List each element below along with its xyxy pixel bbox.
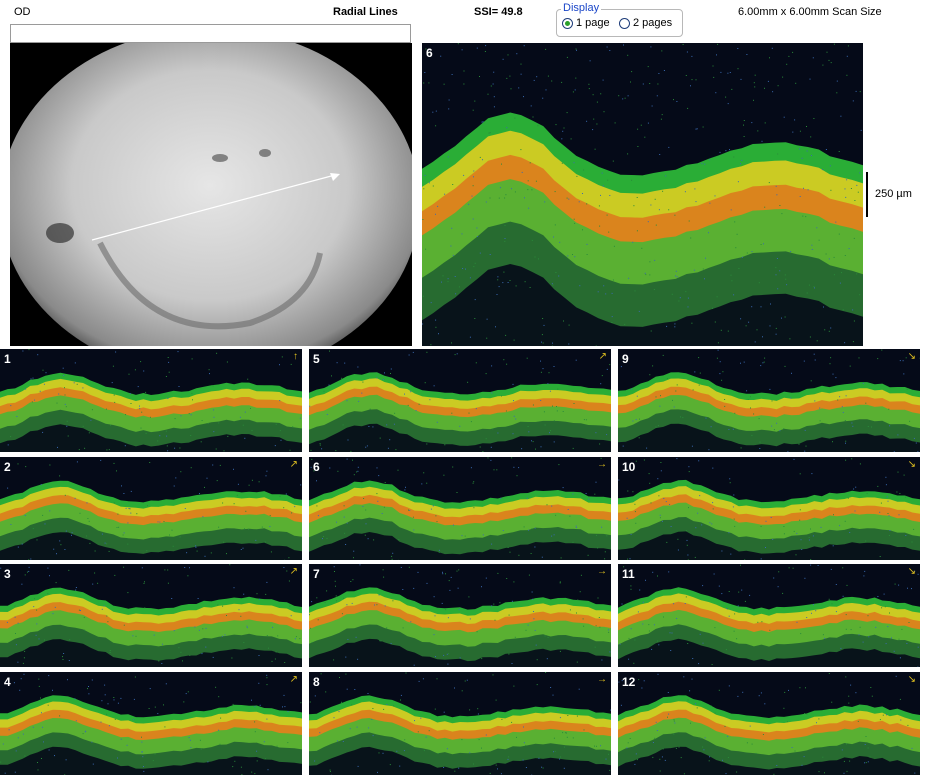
scan-size-label: 6.00mm x 6.00mm Scan Size xyxy=(738,6,882,18)
thumbnail-number: 2 xyxy=(4,460,11,474)
display-option-2-pages[interactable]: 2 pages xyxy=(619,17,672,29)
scale-label: 250 µm xyxy=(875,188,912,200)
main-scan-number: 6 xyxy=(426,46,433,60)
thumbnail-number: 6 xyxy=(313,460,320,474)
display-option-1-page[interactable]: 1 page xyxy=(562,17,610,29)
bscan-thumbnail-6[interactable]: 6 → xyxy=(309,457,611,560)
thumbnail-number: 1 xyxy=(4,352,11,366)
scan-orientation-arrow-icon: ↘ xyxy=(907,459,916,470)
thumbnail-number: 5 xyxy=(313,352,320,366)
bscan-thumbnail-11[interactable]: 11 ↘ xyxy=(618,564,920,667)
scan-orientation-arrow-icon: ↗ xyxy=(289,566,298,577)
display-option-label: 1 page xyxy=(576,17,610,29)
bscan-thumbnail-9[interactable]: 9 ↘ xyxy=(618,349,920,452)
thumbnail-number: 3 xyxy=(4,567,11,581)
bscan-thumbnail-5[interactable]: 5 ↗ xyxy=(309,349,611,452)
scan-orientation-arrow-icon: ↘ xyxy=(907,674,916,685)
bscan-thumbnail-2[interactable]: 2 ↗ xyxy=(0,457,302,560)
scan-orientation-arrow-icon: → xyxy=(597,566,607,577)
scan-orientation-arrow-icon: ↗ xyxy=(598,351,607,362)
bscan-thumbnail-8[interactable]: 8 → xyxy=(309,672,611,775)
scan-pattern-title: Radial Lines xyxy=(333,6,398,18)
scan-orientation-arrow-icon: ↗ xyxy=(289,459,298,470)
scale-bar xyxy=(866,172,868,217)
scan-orientation-arrow-icon: ↘ xyxy=(907,566,916,577)
bscan-thumbnail-10[interactable]: 10 ↘ xyxy=(618,457,920,560)
thumbnail-number: 8 xyxy=(313,675,320,689)
scan-orientation-arrow-icon: ↗ xyxy=(289,674,298,685)
radio-selected-icon[interactable] xyxy=(562,17,573,29)
scan-orientation-arrow-icon: → xyxy=(597,459,607,470)
display-legend: Display xyxy=(561,2,602,14)
scan-orientation-arrow-icon: ↑ xyxy=(293,351,298,362)
eye-label: OD xyxy=(14,6,31,18)
thumbnail-number: 4 xyxy=(4,675,11,689)
scan-orientation-arrow-icon: → xyxy=(597,674,607,685)
thumbnail-number: 11 xyxy=(622,567,635,581)
bscan-thumbnail-7[interactable]: 7 → xyxy=(309,564,611,667)
fundus-image xyxy=(10,43,412,346)
fundus-caption-box xyxy=(10,24,411,43)
ssi-value: SSI= 49.8 xyxy=(474,6,523,18)
scan-orientation-arrow-icon: ↘ xyxy=(907,351,916,362)
display-options-group: Display 1 page 2 pages xyxy=(556,2,683,37)
radio-unselected-icon[interactable] xyxy=(619,17,630,29)
bscan-thumbnail-4[interactable]: 4 ↗ xyxy=(0,672,302,775)
bscan-thumbnail-12[interactable]: 12 ↘ xyxy=(618,672,920,775)
bscan-thumbnail-1[interactable]: 1 ↑ xyxy=(0,349,302,452)
display-option-label: 2 pages xyxy=(633,17,673,29)
thumbnail-number: 12 xyxy=(622,675,636,689)
thumbnail-number: 7 xyxy=(313,567,320,581)
thumbnail-number: 10 xyxy=(622,460,636,474)
thumbnail-number: 9 xyxy=(622,352,629,366)
main-bscan: 6 xyxy=(422,43,863,346)
bscan-thumbnail-3[interactable]: 3 ↗ xyxy=(0,564,302,667)
